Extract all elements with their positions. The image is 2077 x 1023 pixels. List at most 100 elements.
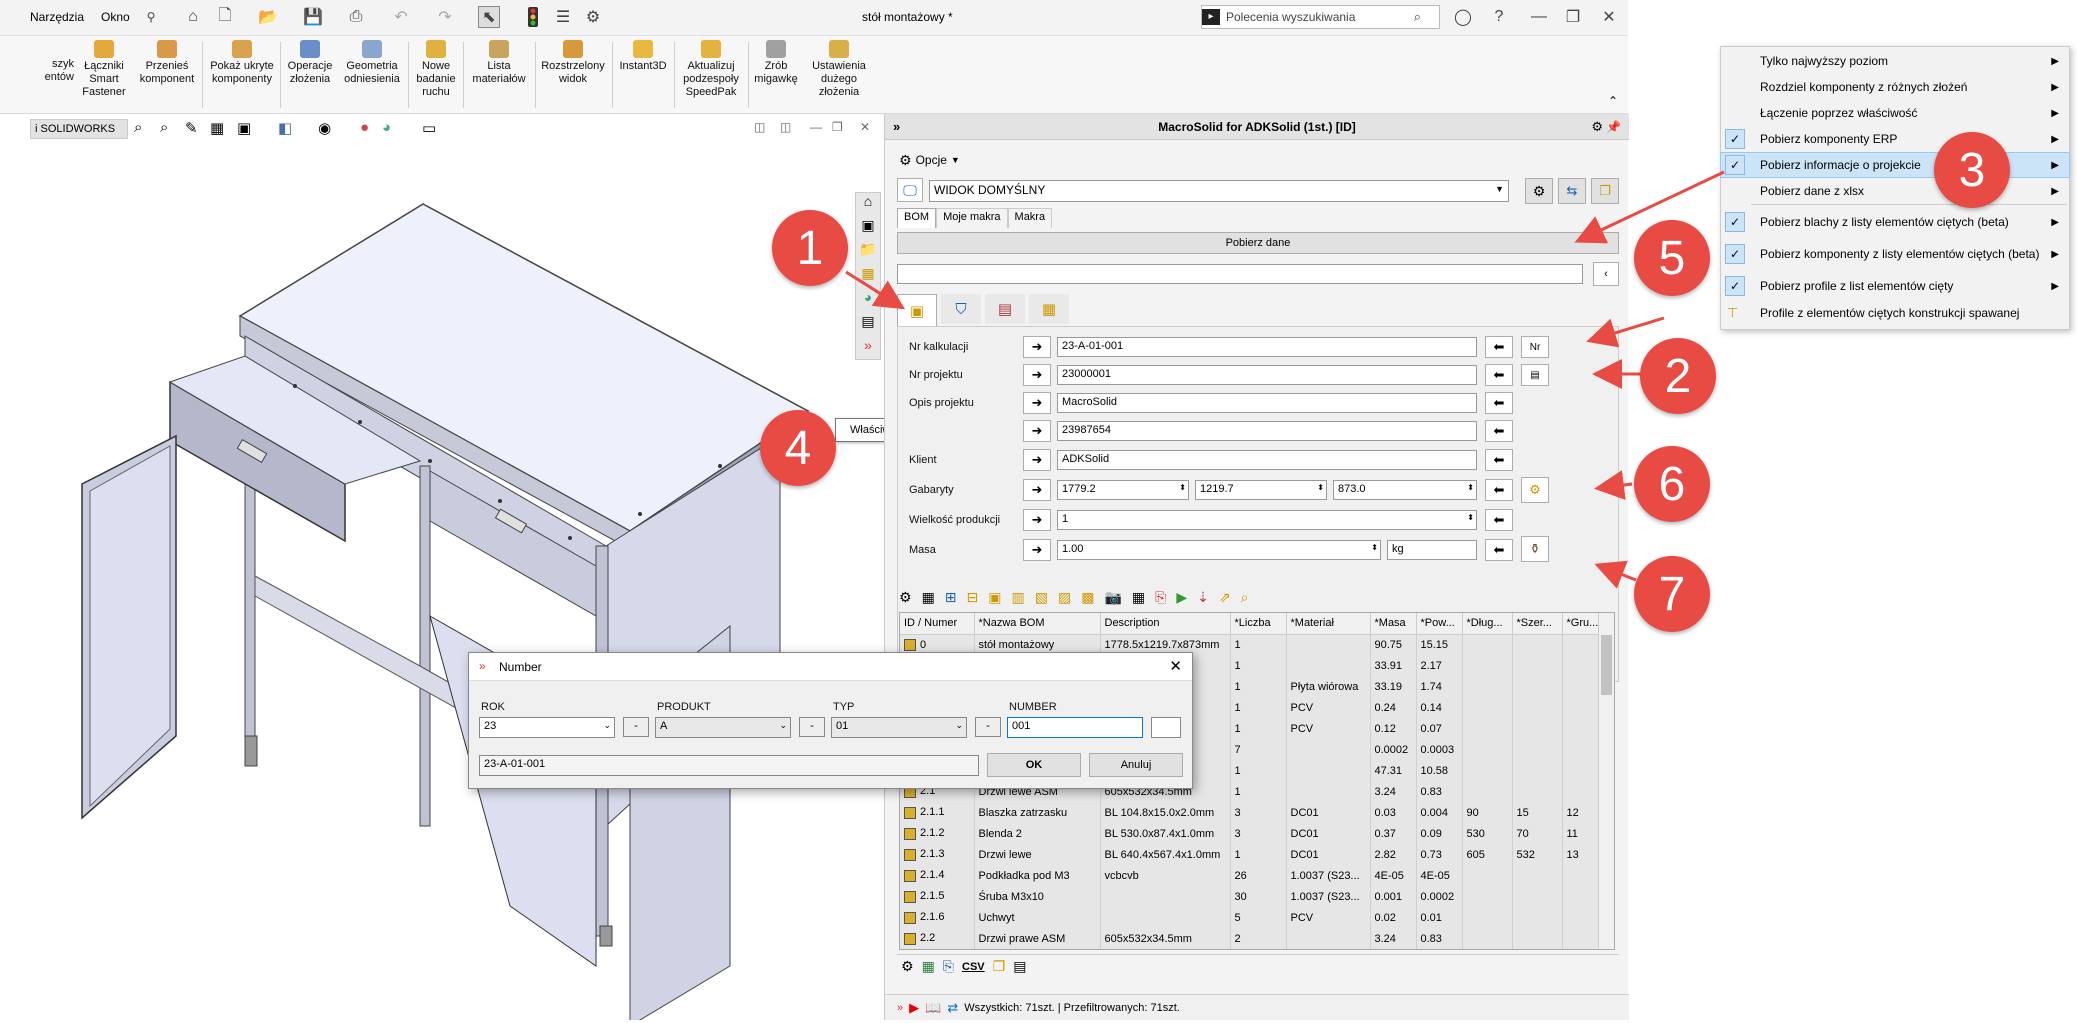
menu-item-weldment-profiles[interactable]: ⊤ Profile z elementów ciętych konstrukcji… [1721,301,2069,325]
column-header[interactable]: *Liczba [1230,613,1287,635]
calc-no-generate-button[interactable]: Nr [1521,336,1549,358]
expand-icon[interactable]: ▧ [1035,589,1048,606]
menu-item-split-components[interactable]: Rozdziel komponenty z różnych złożeń ▶ [1721,75,2069,99]
ribbon-assembly-features-button[interactable]: Operacje złożenia [283,40,337,86]
view-orientation-icon[interactable]: ▣ [237,119,251,137]
hide-show-icon[interactable]: ◉ [318,119,331,137]
traffic-light-icon[interactable] [522,6,544,28]
column-header[interactable]: Description [1100,613,1231,635]
viewport-restore-icon[interactable]: ❐ [832,120,843,134]
youtube-icon[interactable]: ▶ [909,1000,919,1016]
close-icon[interactable]: ✕ [1598,6,1620,28]
home-icon[interactable]: ⌂ [182,6,204,28]
tree-eff-icon[interactable]: ⊟ [967,589,979,606]
appearance-icon[interactable]: ● [360,119,369,136]
fetch-data-button[interactable]: Pobierz dane [897,232,1619,254]
collapse-icon[interactable]: ▨ [1058,589,1071,606]
spinner-icon[interactable]: ⬍ [1179,483,1186,492]
table-tab-icon[interactable]: ▤ [985,294,1025,324]
column-header[interactable]: *Pow... [1416,613,1463,635]
play-icon[interactable]: ▶ [1176,589,1187,606]
custom-properties-icon[interactable]: ▤ [856,313,880,337]
project-no-push-button[interactable]: ➜ [1023,364,1051,386]
tab-bom[interactable]: BOM [897,208,937,228]
new-document-icon[interactable]: 🗋 [214,6,236,28]
project-desc-input[interactable]: MacroSolid [1057,393,1477,413]
filter-icon[interactable]: ▣ [988,589,1001,606]
teamviewer-icon[interactable]: ⇄ [947,1000,958,1016]
select-cursor-icon[interactable]: ⬉ [478,6,500,28]
field4-push-button[interactable]: ➜ [1023,420,1051,442]
options-dropdown[interactable]: ⚙ Opcje ▼ [899,150,960,170]
qr-code-icon[interactable]: ▦ [1132,589,1145,606]
prod-size-push-button[interactable]: ➜ [1023,509,1051,531]
calc-no-pull-button[interactable]: ⬅ [1485,336,1513,358]
prod-size-input[interactable]: 1 ⬍ [1057,510,1477,530]
project-info-tab-icon[interactable]: ▣ [897,294,937,326]
menu-item-erp-components[interactable]: ✓ Pobierz komponenty ERP ▶ [1721,127,2069,151]
menu-item-profiles-cutlist[interactable]: ✓ Pobierz profile z list elementów cięty ▶ [1721,274,2069,298]
project-desc-push-button[interactable]: ➜ [1023,392,1051,414]
dim-x-input[interactable]: 1779.2 ⬍ [1057,480,1189,500]
file-explorer-icon[interactable]: 📁 [856,241,880,265]
previous-view-icon[interactable]: ✎ [185,119,198,137]
number-input[interactable]: 001 [1007,717,1143,738]
print-icon[interactable]: ⎙ [345,6,367,28]
open-folder-icon[interactable]: 📂 [257,6,279,28]
field4-input[interactable]: 23987654 [1057,421,1477,441]
spinner-icon[interactable]: ⬍ [1467,483,1474,492]
table-row[interactable]: 2.2 Drzwi prawe ASM 605x532x34.5mm 2 3.24 0.8… [900,928,1603,949]
spinner-icon[interactable]: ⬍ [1371,543,1378,552]
project-card-icon[interactable]: ▤ [1521,364,1549,386]
csv-export-button[interactable]: CSV [962,961,985,973]
ribbon-snapshot-button[interactable]: Zrób migawkę [752,40,800,86]
weight-icon[interactable]: ⚱ [1521,536,1549,562]
menu-item-components-cutlist[interactable]: ✓ Pobierz komponenty z listy elementów ci… [1721,242,2069,266]
project-desc-pull-button[interactable]: ⬅ [1485,392,1513,414]
spinner-icon[interactable]: ⬍ [1467,513,1474,522]
ribbon-reference-geometry-button[interactable]: Geometria odniesienia [339,40,405,86]
menu-tools[interactable]: Narzędzia [30,10,84,24]
tab-solidworks[interactable]: i SOLIDWORKS [30,119,128,139]
viewport-minimize-icon[interactable]: — [810,120,822,134]
ribbon-new-motion-study-button[interactable]: Nowe badanie ruchu [412,40,460,99]
suffix-input[interactable] [1151,717,1181,738]
monitor-icon[interactable]: 🖵 [897,178,923,202]
collapse-ribbon-icon[interactable]: ⌃ [1608,94,1618,108]
ok-button[interactable]: OK [987,753,1081,777]
client-input[interactable]: ADKSolid [1057,450,1477,470]
filter-tab-icon[interactable]: ⛉ [941,294,981,324]
columns-icon[interactable]: ▦ [922,589,935,606]
minimize-icon[interactable]: — [1528,6,1550,28]
expand-panel-icon[interactable]: » [893,114,900,140]
scrollbar-thumb[interactable] [1601,635,1612,695]
search-input[interactable]: Polecenia wyszukiwania ⌕ [1201,5,1440,29]
column-header[interactable]: *Materiał [1286,613,1371,635]
restore-icon[interactable]: ❐ [1562,6,1584,28]
preview-icon[interactable]: ▩ [1081,589,1094,606]
typ-select[interactable]: 01 ⌄ [831,717,967,738]
filter-input[interactable] [897,264,1583,284]
dim-y-input[interactable]: 1219.7 ⬍ [1195,480,1327,500]
project-no-pull-button[interactable]: ⬅ [1485,364,1513,386]
section-view-icon[interactable]: ▦ [210,119,224,137]
view-select[interactable]: WIDOK DOMYŚLNY ▼ [929,180,1509,202]
user-account-icon[interactable]: ◯ [1452,6,1474,28]
zoom-icon[interactable]: ⌕ [1241,589,1249,606]
table-row[interactable]: 2.1.5 Śruba M3x10 30 1.0037 (S23... 0.001 0.0… [900,886,1603,907]
menu-item-project-info[interactable]: ✓ Pobierz informacje o projekcie ▶ [1720,152,2070,178]
snapshot-icon[interactable]: 📷 [1104,589,1121,606]
search-icon[interactable]: ⌕ [1414,9,1421,25]
undo-icon[interactable]: ↶ [390,6,412,28]
save-icon[interactable]: 💾 [302,6,324,28]
components-tab-icon[interactable]: ▦ [1029,294,1069,324]
tree-view-icon[interactable]: ⊞ [945,589,957,606]
table-settings-icon[interactable]: ⚙ [899,589,912,606]
pin-icon[interactable]: ⚲ [140,6,162,28]
calc-no-push-button[interactable]: ➜ [1023,336,1051,358]
ribbon-instant3d-button[interactable]: Instant3D [616,40,670,73]
measure-dims-icon[interactable]: ⚙ [1521,477,1549,503]
display-style-icon[interactable]: ◧ [278,119,292,137]
column-header[interactable]: *Gru... [1562,613,1603,635]
table-row[interactable]: 2.1.4 Podkładka pod M3 vcbcvb 26 1.0037 (S23… [900,865,1603,886]
